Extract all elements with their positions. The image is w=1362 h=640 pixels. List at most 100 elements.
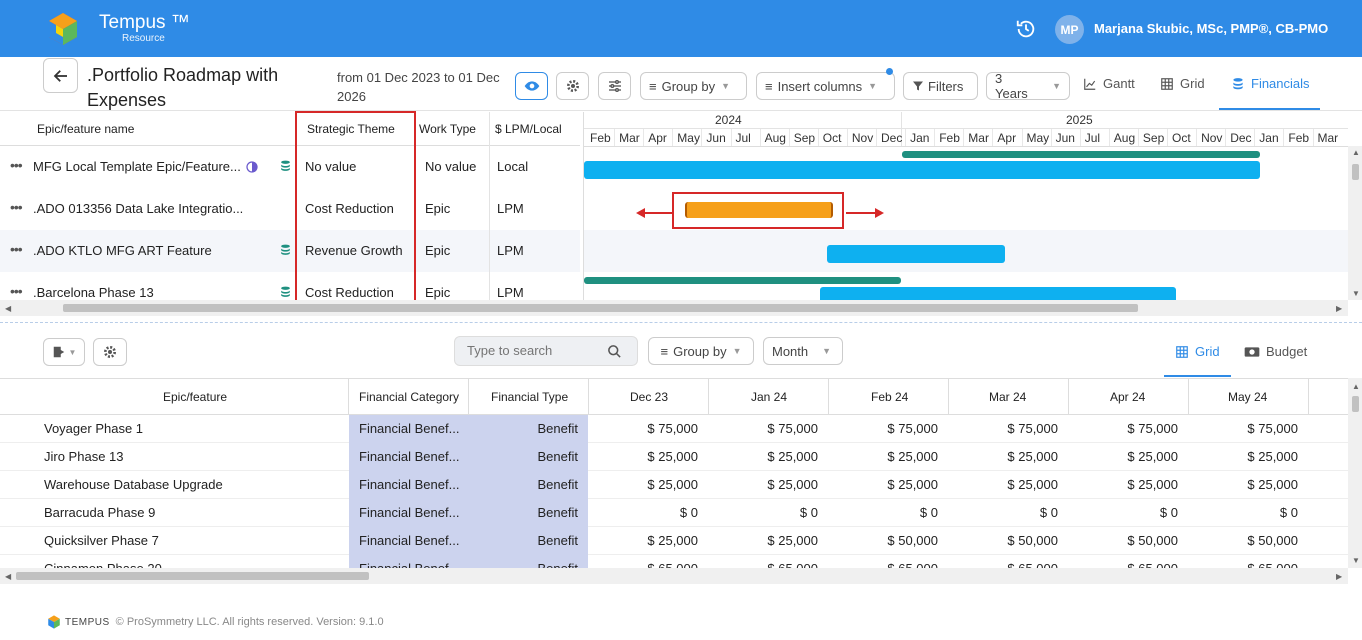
scroll-up-icon[interactable]: ▲ [1352,148,1360,157]
col-header[interactable]: Financial Category [359,390,459,404]
period-select[interactable]: 3 Years ▼ [986,71,1070,101]
adjust-button[interactable] [598,72,631,100]
gantt-bar-teal[interactable] [902,151,1260,158]
tab-budget[interactable]: Budget [1244,344,1307,359]
table-row[interactable]: Jiro Phase 13 Financial Benef... Benefit $ … [0,443,1348,471]
settings-button[interactable] [556,72,589,100]
vertical-scrollbar[interactable] [1348,378,1362,568]
filters-button[interactable]: Filters [903,72,978,100]
notification-dot [886,68,893,75]
col-header[interactable]: Jan 24 [751,390,787,404]
financials-grid-header: Epic/feature Financial Category Financial … [0,379,1348,415]
month-divider [1137,129,1139,146]
banknote-icon [1244,346,1260,357]
amount-cell: $ 25,000 [1247,449,1298,464]
month-label: Aug [1113,131,1136,145]
amount-cell: $ 25,000 [1007,477,1058,492]
amount-cell: $ 75,000 [887,421,938,436]
amount-cell: $ 65,000 [767,561,818,568]
col-header[interactable]: May 24 [1228,390,1267,404]
col-header[interactable]: Financial Type [491,390,568,404]
settings-button[interactable] [93,338,127,366]
tab-grid[interactable]: Grid [1175,344,1220,359]
gantt-bar-blue[interactable] [820,287,1176,300]
month-divider [1050,129,1052,146]
scroll-right-icon[interactable]: ▶ [1336,572,1342,581]
group-by-button[interactable]: ≡ Group by ▼ [640,72,747,100]
scroll-down-icon[interactable]: ▼ [1352,556,1360,565]
more-icon[interactable]: ••• [10,199,23,215]
financial-type-cell: Benefit [537,477,578,492]
tab-financials[interactable]: Financials [1231,76,1310,91]
scroll-up-icon[interactable]: ▲ [1352,382,1360,391]
amount-cell: $ 75,000 [647,421,698,436]
table-row[interactable]: Cinnamon Phase 20 Financial Benef... Benef… [0,555,1348,568]
column-divider [948,379,949,415]
avatar[interactable]: MP [1055,15,1084,44]
scroll-down-icon[interactable]: ▼ [1352,289,1360,298]
col-lpm-local[interactable]: $ LPM/Local [495,122,562,136]
gantt-bar-teal[interactable] [584,277,901,284]
col-epic-name[interactable]: Epic/feature name [37,122,134,136]
table-row[interactable]: Warehouse Database Upgrade Financial Bene… [0,471,1348,499]
amount-cell: $ 75,000 [1007,421,1058,436]
highlight-bar [672,192,844,229]
table-row[interactable]: Barracuda Phase 9 Financial Benef... Benef… [0,499,1348,527]
month-divider [759,129,761,146]
gantt-bar-blue[interactable] [584,161,1260,179]
chevron-down-icon: ▼ [1052,81,1061,91]
financials-grid: Epic/feature Financial Category Financial … [0,378,1348,568]
more-icon[interactable]: ••• [10,157,23,173]
tab-grid[interactable]: Grid [1160,76,1205,91]
period-select[interactable]: Month ▼ [763,337,843,365]
col-header[interactable]: Feb 24 [871,390,908,404]
table-row[interactable]: ••• .ADO 013356 Data Lake Integratio... … [0,188,580,230]
gear-icon [104,346,116,358]
col-header[interactable]: Dec 23 [630,390,668,404]
scroll-left-icon[interactable]: ◀ [5,572,11,581]
amount-cell: $ 0 [1039,505,1058,520]
horizontal-scrollbar[interactable] [0,300,1348,316]
group-by-button[interactable]: ≡ Group by ▼ [648,337,754,365]
panel-divider[interactable] [0,322,1362,323]
scroll-right-icon[interactable]: ▶ [1336,304,1342,313]
col-work-type[interactable]: Work Type [419,122,476,136]
tab-gantt[interactable]: Gantt [1083,76,1135,91]
search-icon[interactable] [607,344,622,359]
epic-name-cell: Warehouse Database Upgrade [44,477,223,492]
col-header[interactable]: Epic/feature [163,390,227,404]
month-divider [1312,129,1314,146]
scroll-left-icon[interactable]: ◀ [5,304,11,313]
more-icon[interactable]: ••• [10,241,23,257]
table-row[interactable]: Quicksilver Phase 7 Financial Benef... Ben… [0,527,1348,555]
epic-name-cell: Cinnamon Phase 20 [44,561,162,568]
table-row[interactable]: ••• .Barcelona Phase 13 Cost Reduction E… [0,272,580,300]
financial-category-cell: Financial Benef... [359,533,460,548]
export-button[interactable]: ▼ [43,338,85,366]
column-divider [1068,379,1069,415]
table-row[interactable]: Voyager Phase 1 Financial Benef... Benefit… [0,415,1348,443]
chevron-down-icon: ▼ [721,81,730,91]
month-label: Jun [1055,131,1075,145]
vertical-scrollbar[interactable] [1348,146,1362,300]
search-input[interactable] [467,343,602,358]
search-box [454,336,638,366]
table-row[interactable]: ••• .ADO KTLO MFG ART Feature Revenue Gr… [0,230,580,272]
chevron-down-icon: ▼ [732,346,742,356]
history-icon[interactable] [1015,18,1037,40]
horizontal-scrollbar[interactable] [0,568,1348,584]
footer-text: © ProSymmetry LLC. All rights reserved. … [115,616,384,628]
col-header[interactable]: Mar 24 [989,390,1026,404]
user-name[interactable]: Marjana Skubic, MSc, PMP®, CB-PMO [1094,21,1328,36]
table-row[interactable]: ••• MFG Local Template Epic/Feature... N… [0,146,580,188]
amount-cell: $ 0 [919,505,938,520]
more-icon[interactable]: ••• [10,283,23,299]
gantt-bar-blue[interactable] [827,245,1005,263]
back-button[interactable] [43,58,78,93]
insert-columns-button[interactable]: ≡ Insert columns ▼ [756,72,895,100]
visibility-button[interactable] [515,72,548,100]
column-divider [348,379,349,415]
col-header[interactable]: Apr 24 [1110,390,1145,404]
amount-cell: $ 0 [1159,505,1178,520]
year-label: 2025 [1066,113,1093,127]
